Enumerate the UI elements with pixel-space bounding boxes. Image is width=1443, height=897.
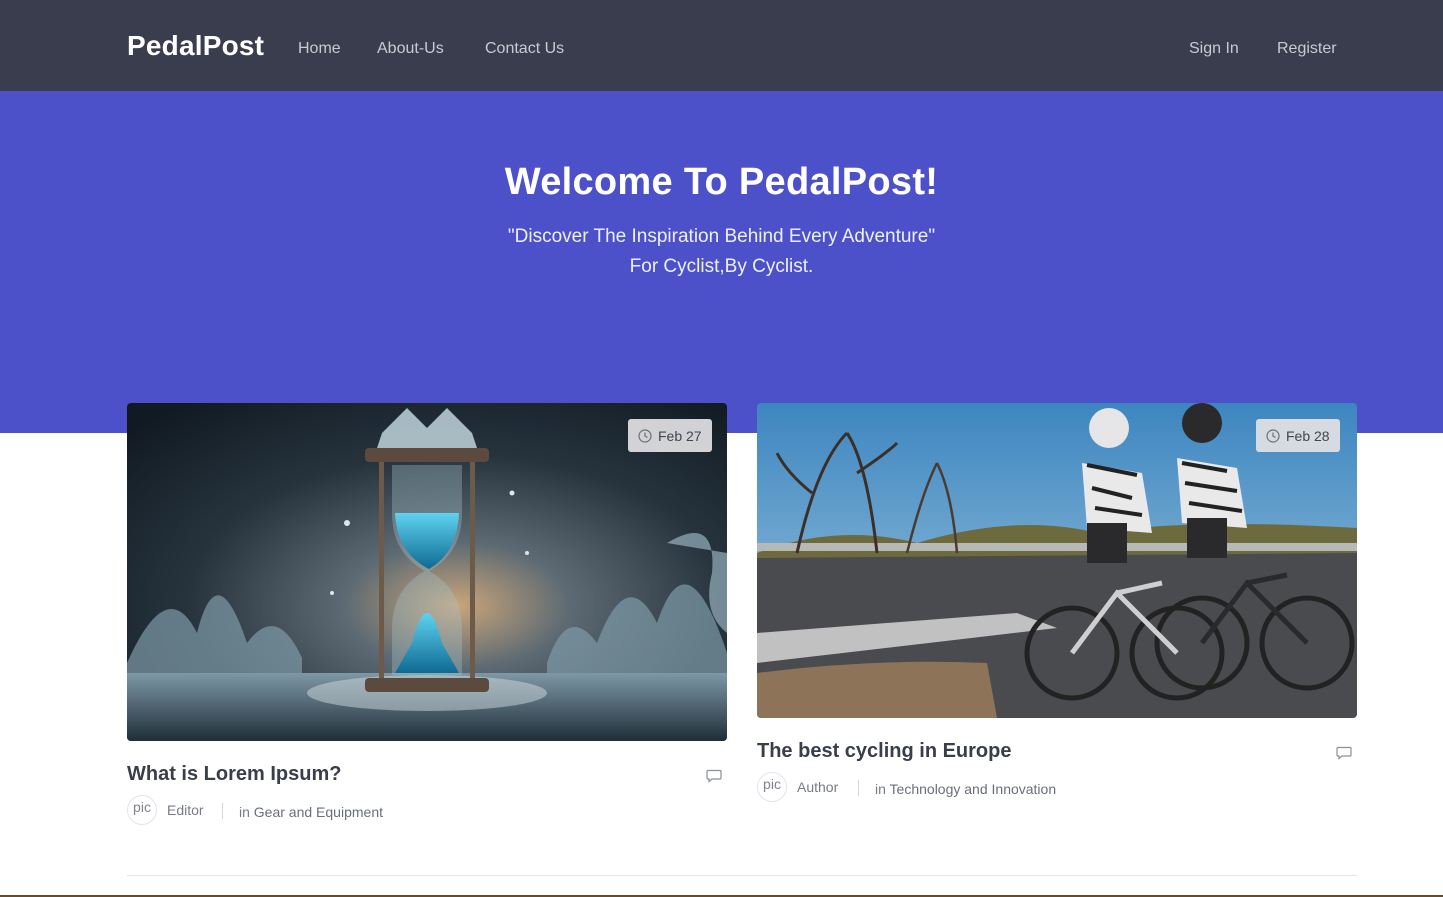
hero-title: Welcome To PedalPost! (504, 161, 939, 203)
post-date: Feb 27 (658, 427, 702, 444)
meta-divider (222, 803, 223, 819)
hero-banner: Welcome To PedalPost! "Discover The Insp… (0, 91, 1443, 433)
section-divider (127, 875, 1357, 876)
meta-divider (858, 780, 859, 796)
category-link[interactable]: Gear and Equipment (254, 804, 383, 820)
comment-icon[interactable] (706, 769, 722, 783)
author-avatar: pic (757, 772, 787, 802)
category-prefix: in (239, 804, 250, 820)
category-link[interactable]: Technology and Innovation (890, 781, 1057, 797)
author-avatar: pic (127, 795, 157, 825)
brand-logo[interactable]: PedalPost (127, 30, 264, 62)
category-prefix: in (875, 781, 886, 797)
top-navbar: PedalPost Home About-Us Contact Us Sign … (0, 0, 1443, 91)
post-image-cyclists[interactable]: Feb 28 (757, 403, 1357, 718)
clock-icon (1266, 428, 1280, 443)
post-date: Feb 28 (1286, 427, 1330, 444)
author-name[interactable]: Editor (167, 802, 204, 818)
hero-subtitle: "Discover The Inspiration Behind Every A… (507, 226, 936, 247)
hourglass-illustration (127, 403, 727, 741)
clock-icon (638, 428, 652, 443)
post-date-badge: Feb 28 (1256, 419, 1340, 452)
nav-link-about[interactable]: About-Us (377, 40, 444, 58)
nav-link-home[interactable]: Home (298, 40, 341, 58)
sign-in-link[interactable]: Sign In (1189, 40, 1239, 58)
post-date-badge: Feb 27 (628, 419, 712, 452)
nav-link-contact[interactable]: Contact Us (485, 40, 564, 58)
author-name[interactable]: Author (797, 779, 838, 795)
hero-tagline: For Cyclist,By Cyclist. (629, 256, 814, 277)
register-link[interactable]: Register (1277, 40, 1337, 58)
post-image-hourglass[interactable]: Feb 27 (127, 403, 727, 741)
post-title[interactable]: The best cycling in Europe (757, 740, 1012, 763)
post-category: in Gear and Equipment (239, 804, 383, 820)
post-category: in Technology and Innovation (875, 781, 1056, 797)
post-title[interactable]: What is Lorem Ipsum? (127, 763, 341, 786)
comment-icon[interactable] (1336, 746, 1352, 760)
